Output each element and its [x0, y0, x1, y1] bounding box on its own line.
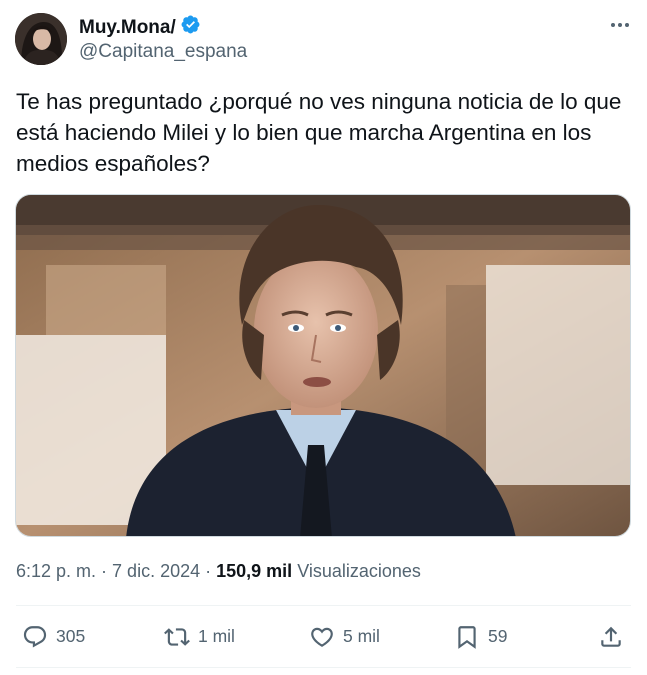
tweet-meta: 6:12 p. m. · 7 dic. 2024 · 150,9 mil Vis… [16, 561, 421, 582]
retweet-count: 1 mil [198, 626, 235, 646]
bookmark-icon [458, 625, 476, 649]
like-count: 5 mil [343, 626, 380, 646]
author-name[interactable]: Muy.Mona/ [79, 14, 201, 41]
separator-dot: · [101, 561, 108, 581]
bookmark-button[interactable]: 59 [454, 606, 507, 667]
more-horizontal-icon [611, 23, 629, 27]
share-icon [601, 626, 621, 647]
bookmark-count: 59 [488, 626, 508, 646]
retweet-icon [164, 627, 190, 646]
verified-badge-icon [180, 14, 201, 41]
display-name[interactable]: Muy.Mona/ [79, 17, 176, 39]
views-count: 150,9 mil [216, 561, 293, 581]
avatar[interactable] [15, 13, 67, 65]
separator-dot: · [205, 561, 212, 581]
tweet-date[interactable]: 7 dic. 2024 [112, 561, 200, 582]
action-bar: 305 1 mil 5 mil 59 [16, 606, 631, 667]
reply-count: 305 [56, 626, 86, 646]
views-label: Visualizaciones [297, 561, 421, 581]
tweet-image[interactable] [15, 194, 631, 537]
divider [16, 667, 631, 668]
heart-icon [311, 627, 333, 647]
share-button[interactable] [598, 606, 624, 667]
tweet-time[interactable]: 6:12 p. m. [16, 561, 96, 582]
like-button[interactable]: 5 mil [309, 606, 380, 667]
reply-icon [23, 625, 47, 648]
retweet-button[interactable]: 1 mil [164, 606, 235, 667]
reply-button[interactable]: 305 [22, 606, 85, 667]
tweet-text: Te has preguntado ¿porqué no ves ninguna… [16, 89, 622, 176]
more-options-button[interactable] [605, 14, 635, 36]
author-handle[interactable]: @Capitana_espana [79, 41, 247, 63]
